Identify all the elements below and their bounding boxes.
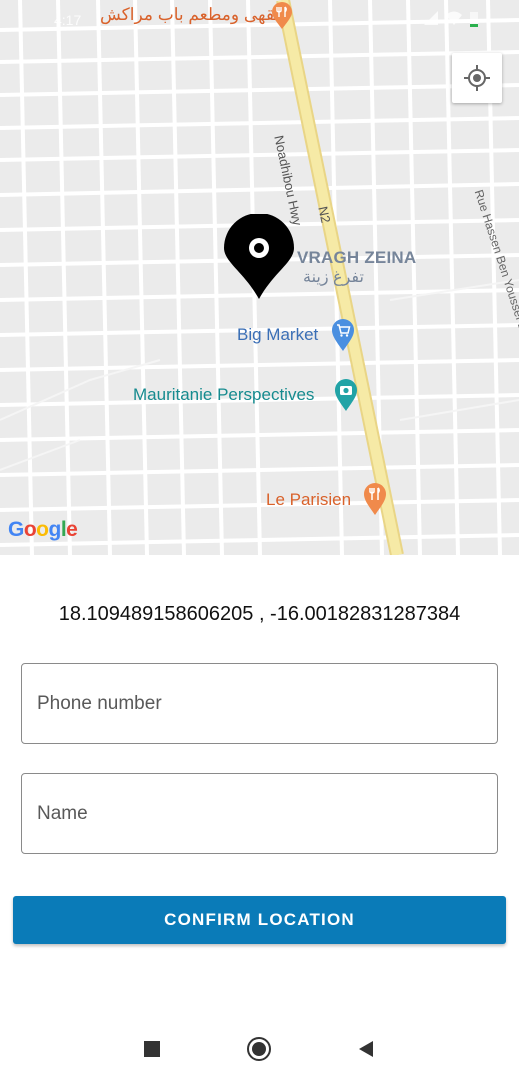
- area-label-arabic: تفرغ زينة: [303, 269, 364, 286]
- google-logo-letter: g: [48, 518, 62, 541]
- poi-big-market-label[interactable]: Big Market: [237, 325, 318, 345]
- google-logo-letter: o: [23, 518, 37, 541]
- wifi-icon: [446, 11, 462, 25]
- restaurant-icon[interactable]: [362, 482, 388, 516]
- recents-button[interactable]: [138, 1035, 166, 1063]
- google-logo-letter: G: [8, 518, 24, 541]
- my-location-icon: [464, 65, 490, 91]
- poi-mauritanie-label[interactable]: Mauritanie Perspectives: [133, 385, 314, 405]
- status-bar-time: 4:17: [54, 12, 82, 28]
- home-button[interactable]: [245, 1035, 273, 1063]
- status-bar-icons: [423, 10, 479, 28]
- poi-parisien-label[interactable]: Le Parisien: [266, 490, 351, 510]
- area-label: VRAGH ZEINA: [297, 248, 417, 267]
- google-logo-letter: e: [66, 518, 78, 541]
- triangle-back-icon: [359, 1041, 373, 1057]
- confirm-location-button[interactable]: CONFIRM LOCATION: [13, 896, 506, 944]
- poi-cafe-label[interactable]: مقهى ومطعم باب مراكش: [100, 5, 284, 25]
- signal-icon: [424, 11, 438, 25]
- phone-field[interactable]: [21, 663, 498, 744]
- shopping-cart-icon[interactable]: [331, 318, 355, 352]
- google-logo: Google: [8, 518, 78, 542]
- camera-icon[interactable]: [333, 378, 359, 412]
- battery-icon: [470, 12, 478, 27]
- phone-input[interactable]: [22, 664, 497, 743]
- my-location-button[interactable]: [452, 53, 502, 103]
- road-label-n2: N2: [315, 205, 334, 225]
- map-pin-icon[interactable]: [224, 214, 294, 300]
- google-logo-letter: o: [36, 518, 49, 541]
- system-nav-bar: [0, 1017, 519, 1080]
- name-input[interactable]: [22, 774, 497, 853]
- map-view[interactable]: 4:17 مقهى ومطعم باب مراكش Noadhibou Hwy …: [0, 0, 519, 555]
- restaurant-icon[interactable]: [270, 2, 294, 30]
- back-button[interactable]: [352, 1035, 380, 1063]
- name-field[interactable]: [21, 773, 498, 854]
- square-recents-icon: [144, 1041, 160, 1057]
- coordinates-readout: 18.109489158606205 , -16.00182831287384: [58, 603, 461, 625]
- circle-home-icon: [247, 1037, 271, 1061]
